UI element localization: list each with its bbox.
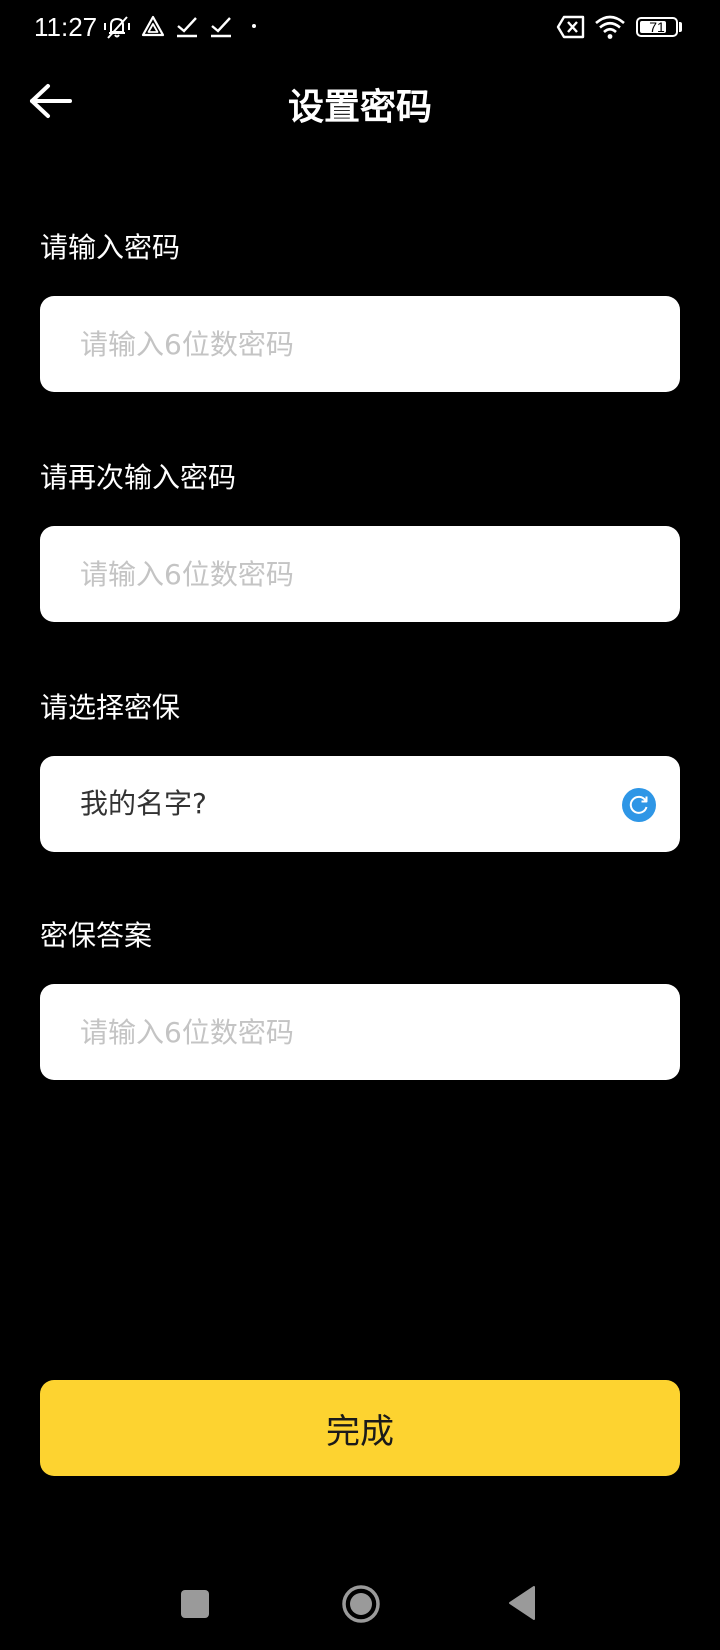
battery-level: 71 xyxy=(649,19,665,35)
status-time: 11:27 xyxy=(34,12,98,42)
no-sim-icon xyxy=(556,15,585,39)
done-button[interactable]: 完成 xyxy=(40,1380,680,1476)
password-label: 请输入密码 xyxy=(40,231,181,264)
password-input[interactable] xyxy=(80,296,640,392)
security-question-label: 请选择密保 xyxy=(40,691,181,724)
security-answer-field[interactable] xyxy=(40,984,680,1080)
battery-icon: 71 xyxy=(636,17,678,37)
security-question-select[interactable]: 我的名字? xyxy=(40,756,680,852)
confirm-password-input[interactable] xyxy=(80,526,640,622)
app-notification-icon xyxy=(141,15,165,37)
battery-tip xyxy=(679,22,682,32)
page-title: 设置密码 xyxy=(287,87,432,128)
wifi-icon xyxy=(595,15,625,39)
password-field[interactable] xyxy=(40,296,680,392)
refresh-icon[interactable] xyxy=(622,788,656,822)
back-triangle-icon[interactable] xyxy=(508,1585,536,1621)
confirm-password-field[interactable] xyxy=(40,526,680,622)
confirm-password-label: 请再次输入密码 xyxy=(40,461,237,494)
security-answer-input[interactable] xyxy=(80,984,640,1080)
screen: 11:27 71 设置密码 请输入密码 请再次输入密码 请选择密保 我的名字? … xyxy=(0,0,720,1650)
dot-icon xyxy=(252,24,256,28)
check-icon xyxy=(211,17,231,38)
recents-square-icon[interactable] xyxy=(181,1590,209,1618)
check-icon xyxy=(177,17,197,38)
status-bar: 11:27 71 xyxy=(0,0,720,56)
security-question-value: 我的名字? xyxy=(80,787,207,820)
home-circle-icon[interactable] xyxy=(341,1584,381,1624)
security-answer-label: 密保答案 xyxy=(40,919,153,952)
notification-muted-icon xyxy=(104,16,130,39)
